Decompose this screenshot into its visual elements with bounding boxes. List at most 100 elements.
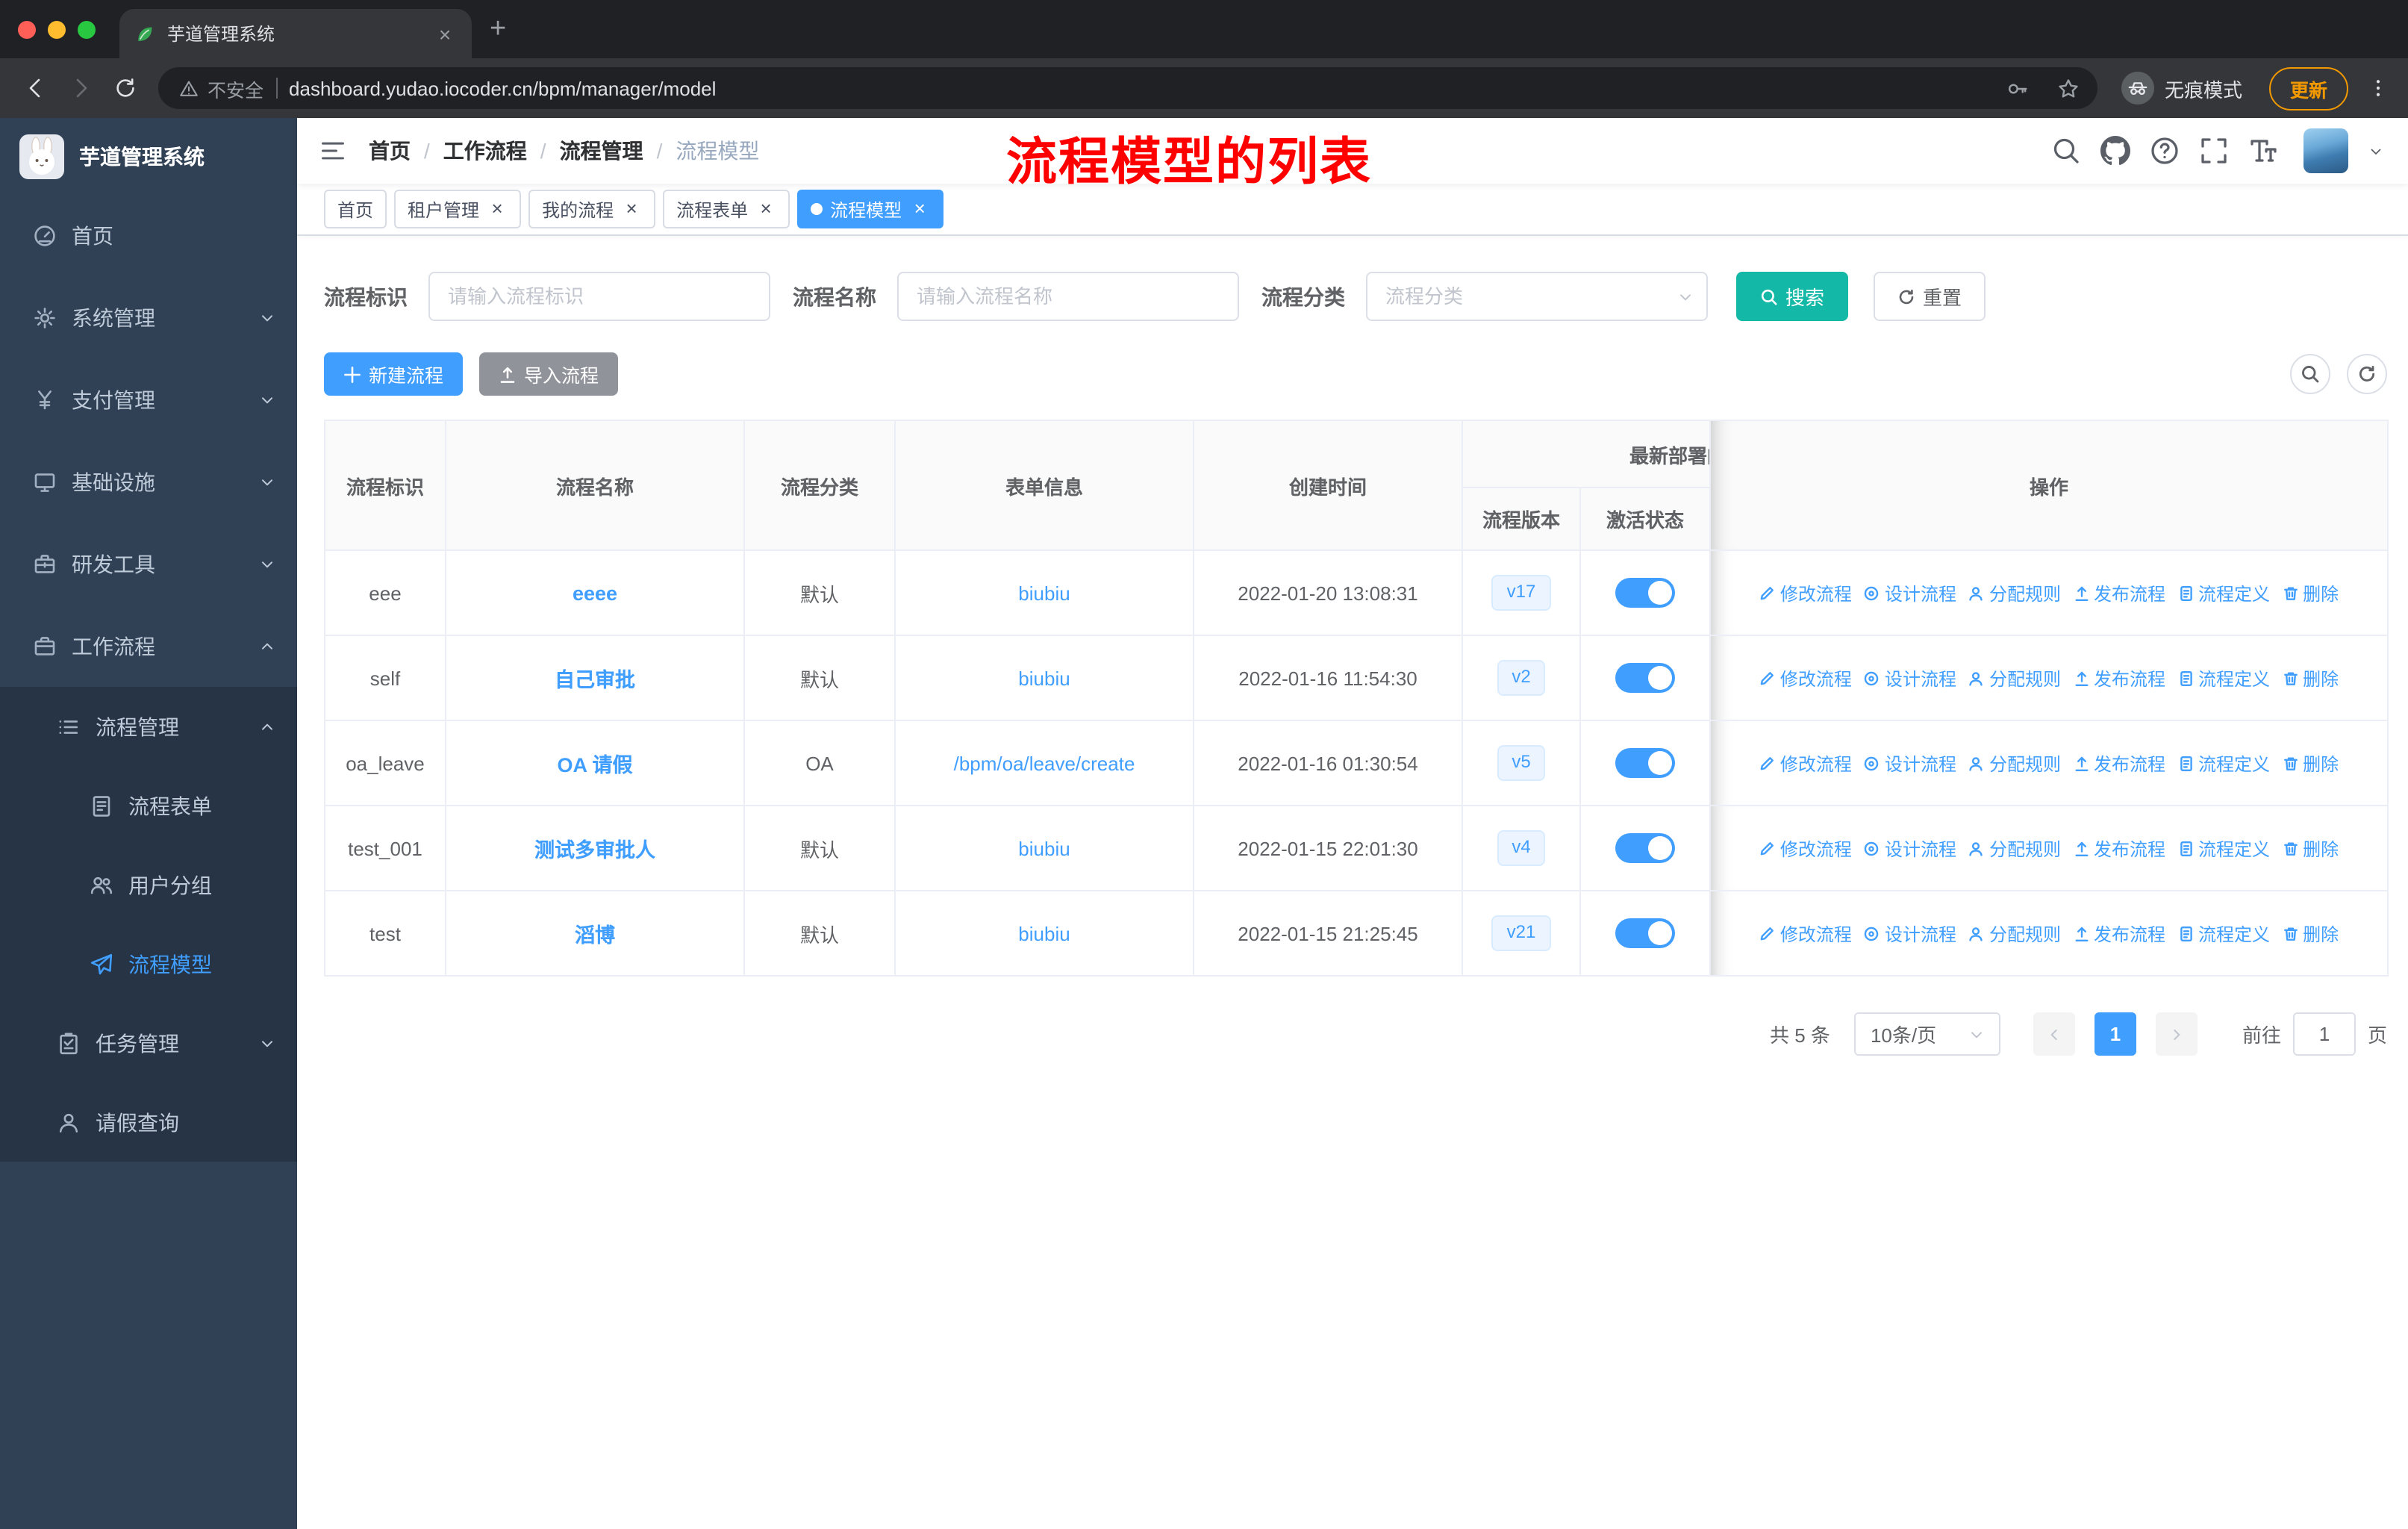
tag-process-form[interactable]: 流程表单 ×	[663, 190, 790, 228]
action-assign-rules[interactable]: 分配规则	[1968, 665, 2061, 691]
sidebar-item-process-management[interactable]: 流程管理	[0, 687, 297, 766]
action-edit-process[interactable]: 修改流程	[1759, 835, 1852, 861]
process-id-input[interactable]	[428, 272, 770, 321]
security-indicator[interactable]: 不安全	[179, 74, 263, 102]
action-edit-process[interactable]: 修改流程	[1759, 921, 1852, 946]
action-process-definition[interactable]: 流程定义	[2177, 750, 2270, 776]
action-assign-rules[interactable]: 分配规则	[1968, 750, 2061, 776]
action-edit-process[interactable]: 修改流程	[1759, 665, 1852, 691]
sidebar-item-system-management[interactable]: 系统管理	[0, 276, 297, 358]
active-toggle[interactable]	[1615, 578, 1675, 608]
version-badge[interactable]: v17	[1491, 575, 1551, 611]
action-assign-rules[interactable]: 分配规则	[1968, 835, 2061, 861]
active-toggle[interactable]	[1615, 918, 1675, 948]
sidebar-item-dev-tools[interactable]: 研发工具	[0, 523, 297, 605]
action-publish-process[interactable]: 发布流程	[2073, 750, 2165, 776]
sidebar-item-leave-query[interactable]: 请假查询	[0, 1083, 297, 1162]
github-icon[interactable]	[2100, 136, 2130, 166]
process-category-select[interactable]	[1366, 272, 1708, 321]
chrome-update-button[interactable]: 更新	[2268, 66, 2348, 110]
cell-form-info[interactable]: /bpm/oa/leave/create	[894, 720, 1194, 806]
cell-process-name[interactable]: 自己审批	[445, 635, 745, 721]
close-icon[interactable]: ×	[909, 198, 930, 219]
close-window-button[interactable]	[18, 20, 36, 38]
action-process-definition[interactable]: 流程定义	[2177, 580, 2270, 605]
browser-menu-button[interactable]	[2363, 67, 2393, 109]
version-badge[interactable]: v2	[1497, 660, 1546, 696]
action-delete-process[interactable]: 删除	[2282, 580, 2339, 605]
tag-process-model[interactable]: 流程模型 ×	[797, 190, 944, 228]
action-publish-process[interactable]: 发布流程	[2073, 921, 2165, 946]
action-design-process[interactable]: 设计流程	[1864, 580, 1956, 605]
version-badge[interactable]: v21	[1491, 915, 1551, 951]
breadcrumb-item[interactable]: 工作流程	[443, 136, 527, 166]
bookmark-star-button[interactable]	[2050, 69, 2089, 108]
page-size-select[interactable]: 10条/页	[1853, 1012, 2000, 1056]
close-icon[interactable]: ×	[621, 198, 642, 219]
breadcrumb-item[interactable]: 首页	[369, 136, 411, 166]
action-delete-process[interactable]: 删除	[2282, 750, 2339, 776]
url-text[interactable]: dashboard.yudao.iocoder.cn/bpm/manager/m…	[289, 77, 1987, 99]
sidebar-item-process-form[interactable]: 流程表单	[0, 766, 297, 845]
breadcrumb-item[interactable]: 流程管理	[560, 136, 643, 166]
sidebar-item-task-management[interactable]: 任务管理	[0, 1003, 297, 1083]
next-page-button[interactable]	[2155, 1012, 2198, 1056]
action-process-definition[interactable]: 流程定义	[2177, 835, 2270, 861]
action-design-process[interactable]: 设计流程	[1864, 835, 1956, 861]
browser-tab[interactable]: 芋道管理系统 ×	[119, 9, 472, 58]
sidebar-item-home[interactable]: 首页	[0, 194, 297, 276]
goto-page-input[interactable]	[2292, 1012, 2356, 1056]
action-design-process[interactable]: 设计流程	[1864, 750, 1956, 776]
address-bar[interactable]: 不安全 dashboard.yudao.iocoder.cn/bpm/manag…	[158, 67, 2097, 109]
cell-form-info[interactable]: biubiu	[894, 635, 1194, 721]
action-publish-process[interactable]: 发布流程	[2073, 835, 2165, 861]
action-edit-process[interactable]: 修改流程	[1759, 750, 1852, 776]
search-icon[interactable]	[2051, 136, 2081, 166]
tag-my-process[interactable]: 我的流程 ×	[528, 190, 656, 228]
sidebar-item-infrastructure[interactable]: 基础设施	[0, 440, 297, 523]
search-button[interactable]: 搜索	[1736, 272, 1849, 321]
cell-process-name[interactable]: eeee	[445, 549, 745, 636]
action-design-process[interactable]: 设计流程	[1864, 921, 1956, 946]
cell-process-name[interactable]: OA 请假	[445, 720, 745, 806]
action-process-definition[interactable]: 流程定义	[2177, 921, 2270, 946]
cell-form-info[interactable]: biubiu	[894, 890, 1194, 977]
close-icon[interactable]: ×	[755, 198, 776, 219]
version-badge[interactable]: v4	[1497, 830, 1546, 866]
cell-form-info[interactable]: biubiu	[894, 549, 1194, 636]
action-process-definition[interactable]: 流程定义	[2177, 665, 2270, 691]
help-icon[interactable]	[2150, 136, 2180, 166]
sidebar-item-process-model[interactable]: 流程模型	[0, 924, 297, 1003]
active-toggle[interactable]	[1615, 663, 1675, 693]
toggle-search-button[interactable]	[2290, 354, 2330, 394]
tag-home[interactable]: 首页	[324, 190, 387, 228]
sidebar-item-workflow[interactable]: 工作流程	[0, 605, 297, 687]
refresh-table-button[interactable]	[2347, 354, 2387, 394]
page-number-button[interactable]: 1	[2094, 1012, 2136, 1056]
forward-button[interactable]	[60, 67, 102, 109]
close-icon[interactable]: ×	[487, 198, 508, 219]
process-name-input[interactable]	[897, 272, 1239, 321]
action-assign-rules[interactable]: 分配规则	[1968, 580, 2061, 605]
sidebar-toggle-button[interactable]	[297, 118, 369, 184]
action-design-process[interactable]: 设计流程	[1864, 665, 1956, 691]
font-size-icon[interactable]	[2248, 136, 2278, 166]
fullscreen-icon[interactable]	[2199, 136, 2229, 166]
sidebar-logo[interactable]: 芋道管理系统	[0, 118, 297, 194]
minimize-window-button[interactable]	[48, 20, 66, 38]
action-publish-process[interactable]: 发布流程	[2073, 580, 2165, 605]
zoom-window-button[interactable]	[78, 20, 96, 38]
action-assign-rules[interactable]: 分配规则	[1968, 921, 2061, 946]
prev-page-button[interactable]	[2033, 1012, 2075, 1056]
tab-close-icon[interactable]: ×	[433, 22, 457, 46]
tag-tenant-management[interactable]: 租户管理 ×	[394, 190, 522, 228]
cell-process-name[interactable]: 测试多审批人	[445, 805, 745, 891]
cell-process-name[interactable]: 滔博	[445, 890, 745, 977]
action-publish-process[interactable]: 发布流程	[2073, 665, 2165, 691]
user-avatar[interactable]	[2303, 128, 2348, 173]
cell-form-info[interactable]: biubiu	[894, 805, 1194, 891]
reload-button[interactable]	[105, 67, 146, 109]
reset-button[interactable]: 重置	[1874, 272, 1986, 321]
sidebar-item-user-group[interactable]: 用户分组	[0, 845, 297, 924]
create-process-button[interactable]: 新建流程	[324, 352, 464, 396]
